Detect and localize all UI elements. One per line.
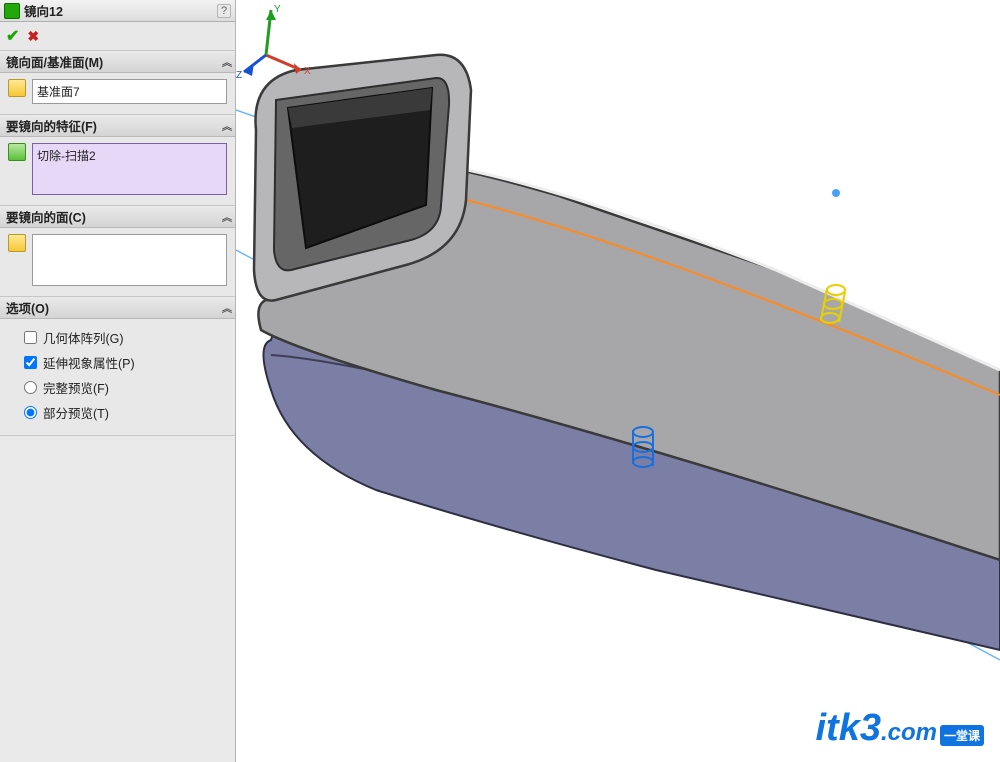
option-prop-visual[interactable]: 延伸视象属性(P) xyxy=(8,350,227,375)
option-label: 部分预览(T) xyxy=(43,403,109,422)
mirror-plane-input[interactable]: 基准面7 xyxy=(32,79,227,104)
property-panel: 镜向12 ? ✔ ✖ 镜向面/基准面(M) ︽ 基准面7 要镜向的特征(F) ︽… xyxy=(0,0,236,762)
orientation-triad[interactable]: X Y Z xyxy=(236,0,316,80)
collapse-icon: ︽ xyxy=(222,118,229,133)
axis-x-label: X xyxy=(304,66,311,77)
option-part-preview[interactable]: 部分预览(T) xyxy=(8,400,227,425)
watermark-dom: .com xyxy=(881,719,937,747)
panel-title-bar: 镜向12 ? xyxy=(0,0,235,22)
section-head-features[interactable]: 要镜向的特征(F) ︽ xyxy=(0,115,235,137)
part-preview-radio[interactable] xyxy=(24,406,37,419)
section-options: 选项(O) ︽ 几何体阵列(G) 延伸视象属性(P) 完整预览(F) 部分预览(… xyxy=(0,297,235,436)
full-preview-radio[interactable] xyxy=(24,381,37,394)
option-label: 几何体阵列(G) xyxy=(43,328,124,347)
section-faces: 要镜向的面(C) ︽ xyxy=(0,206,235,297)
section-head-faces[interactable]: 要镜向的面(C) ︽ xyxy=(0,206,235,228)
axis-z-label: Z xyxy=(236,70,242,80)
help-button[interactable]: ? xyxy=(217,4,231,18)
axis-y-label: Y xyxy=(274,4,281,15)
face-icon xyxy=(8,234,26,252)
option-full-preview[interactable]: 完整预览(F) xyxy=(8,375,227,400)
mirror-feature-icon xyxy=(4,3,20,19)
prop-visual-checkbox[interactable] xyxy=(24,356,37,369)
collapse-icon: ︽ xyxy=(222,209,229,224)
section-mirror-plane: 镜向面/基准面(M) ︽ 基准面7 xyxy=(0,51,235,115)
section-label: 镜向面/基准面(M) xyxy=(6,52,222,71)
feature-icon xyxy=(8,143,26,161)
plane-icon xyxy=(8,79,26,97)
section-head-mirror-plane[interactable]: 镜向面/基准面(M) ︽ xyxy=(0,51,235,73)
option-label: 完整预览(F) xyxy=(43,378,109,397)
section-label: 要镜向的面(C) xyxy=(6,207,222,226)
option-label: 延伸视象属性(P) xyxy=(43,353,135,372)
panel-actions: ✔ ✖ xyxy=(0,22,235,51)
collapse-icon: ︽ xyxy=(222,54,229,69)
panel-title: 镜向12 xyxy=(24,1,217,20)
ok-button[interactable]: ✔ xyxy=(6,26,19,46)
cancel-button[interactable]: ✖ xyxy=(27,28,39,45)
faces-input[interactable] xyxy=(32,234,227,286)
watermark: itk3.com 一堂课 xyxy=(815,707,984,750)
model-canvas xyxy=(236,0,1000,762)
section-features: 要镜向的特征(F) ︽ 切除-扫描2 xyxy=(0,115,235,206)
watermark-tag: 一堂课 xyxy=(940,725,984,746)
geo-pattern-checkbox[interactable] xyxy=(24,331,37,344)
section-label: 选项(O) xyxy=(6,298,222,317)
option-geo-pattern[interactable]: 几何体阵列(G) xyxy=(8,325,227,350)
section-label: 要镜向的特征(F) xyxy=(6,116,222,135)
features-input[interactable]: 切除-扫描2 xyxy=(32,143,227,195)
collapse-icon: ︽ xyxy=(222,300,229,315)
watermark-brand: itk3 xyxy=(815,707,880,750)
graphics-viewport[interactable]: X Y Z itk3.com 一堂课 xyxy=(236,0,1000,762)
section-head-options[interactable]: 选项(O) ︽ xyxy=(0,297,235,319)
